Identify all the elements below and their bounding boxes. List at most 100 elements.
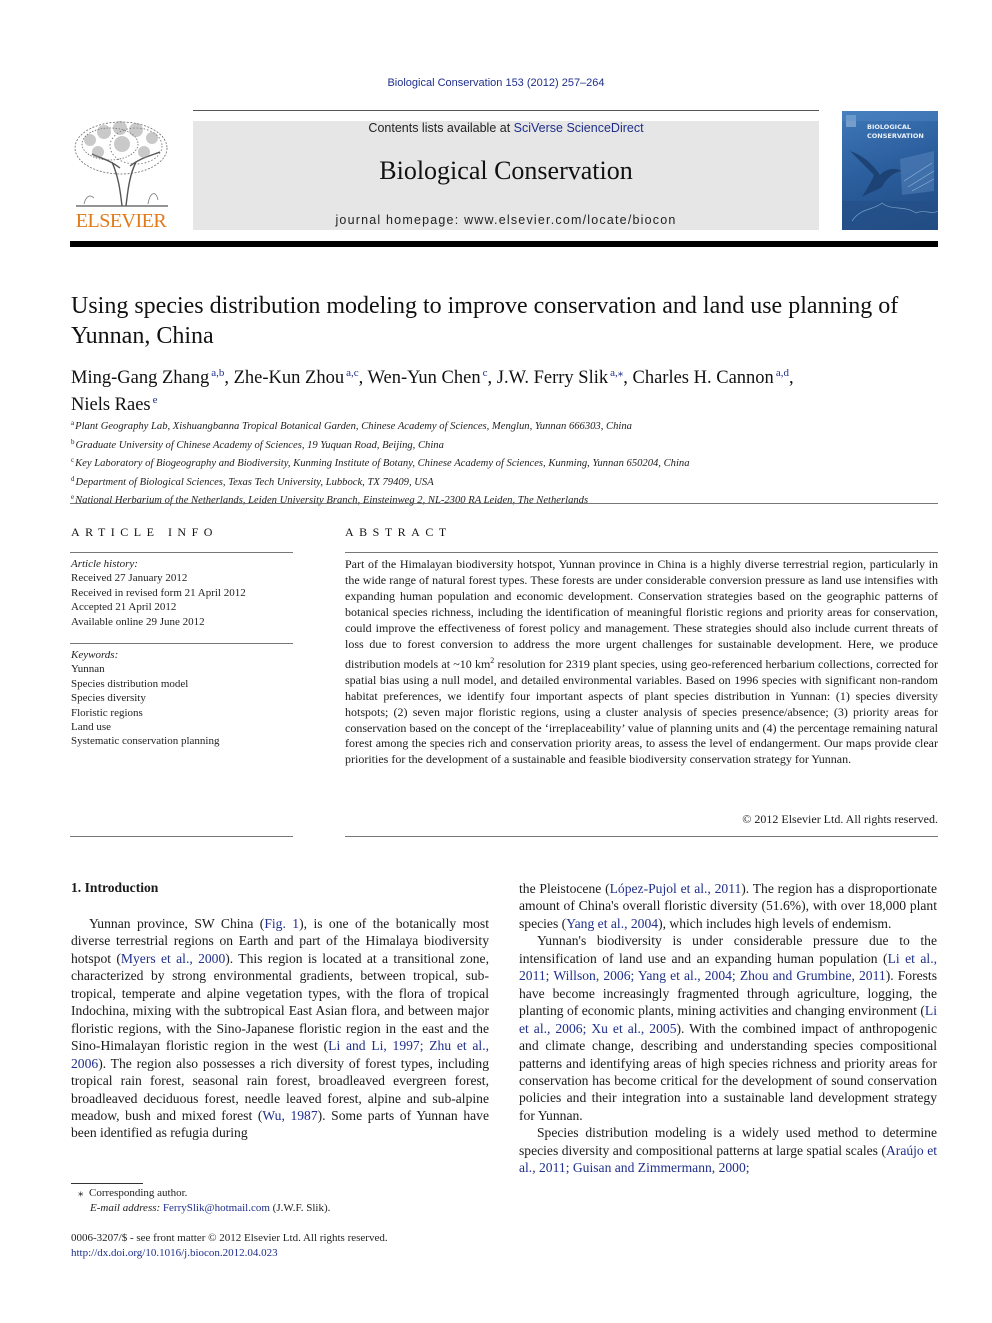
contents-prefix: Contents lists available at <box>368 121 514 135</box>
affiliation-marker[interactable]: e <box>153 394 158 406</box>
history-item: Received 27 January 2012 <box>71 572 188 585</box>
abstract-heading: ABSTRACT <box>345 525 452 539</box>
author-separator: , <box>224 368 234 388</box>
affiliation: dDepartment of Biological Sciences, Texa… <box>71 472 931 491</box>
citation-link[interactable]: Yang et al., 2004 <box>566 916 658 931</box>
keyword: Yunnan <box>71 663 105 676</box>
journal-homepage: journal homepage: www.elsevier.com/locat… <box>193 213 819 227</box>
body-text: Yunnan province, SW China ( <box>89 916 265 931</box>
email-label: E-mail address: <box>90 1201 161 1214</box>
doi-link[interactable]: http://dx.doi.org/10.1016/j.biocon.2012.… <box>71 1246 388 1261</box>
abstract-bottom-rule <box>345 836 938 837</box>
abstract-body: Part of the Himalayan biodiversity hotsp… <box>345 557 938 768</box>
elsevier-wordmark: ELSEVIER <box>75 210 167 232</box>
author-separator: , <box>487 368 497 388</box>
keyword: Land use <box>71 721 112 734</box>
footnote-line: ⁎ Corresponding author. <box>78 1186 330 1201</box>
affiliation-key: a <box>71 419 75 427</box>
affiliation-text: National Herbarium of the Netherlands, L… <box>75 495 589 506</box>
affiliation: cKey Laboratory of Biogeography and Biod… <box>71 453 931 472</box>
article-info-heading: ARTICLE INFO <box>71 525 218 539</box>
issn-line: 0006-3207/$ - see front matter © 2012 El… <box>71 1232 388 1244</box>
paragraph-continued: the Pleistocene (López-Pujol et al., 201… <box>519 880 937 932</box>
affiliation-marker[interactable]: a,b <box>211 367 224 379</box>
history-item: Available online 29 June 2012 <box>71 615 205 628</box>
affiliation-marker[interactable]: a,⁎ <box>610 367 623 379</box>
article-title: Using species distribution modeling to i… <box>71 293 899 349</box>
affiliation-key: b <box>71 437 75 446</box>
journal-name: Biological Conservation <box>379 156 633 185</box>
author-separator: , <box>788 368 794 388</box>
affiliation-marker[interactable]: a,d <box>776 367 789 379</box>
author: Charles H. Cannon a,d, <box>632 367 794 388</box>
tree-icon <box>74 121 168 207</box>
affiliation: eNational Herbarium of the Netherlands, … <box>71 490 931 509</box>
author: Wen-Yun Chen c, <box>367 367 497 388</box>
cover-title: BIOLOGICAL CONSERVATION <box>867 123 924 141</box>
paragraph: Species distribution modeling is a widel… <box>519 1124 937 1176</box>
cover-title-line1: BIOLOGICAL <box>867 123 912 131</box>
asterisk-icon: ⁎ <box>78 1187 84 1199</box>
citation-link[interactable]: Fig. 1 <box>264 916 299 931</box>
keyword: Systematic conservation planning <box>71 735 220 748</box>
citation-link[interactable]: Myers et al., 2000 <box>121 951 225 966</box>
abstract-divider <box>345 552 938 553</box>
history-label: Article history: <box>71 558 138 570</box>
footnote-corresponding: Corresponding author. <box>89 1187 188 1199</box>
keywords-label: Keywords: <box>71 649 119 661</box>
affiliation-key: d <box>71 474 75 483</box>
author: Niels Raes e <box>71 394 158 415</box>
affiliation: aPlant Geography Lab, Xishuangbanna Trop… <box>71 416 931 435</box>
body-text: Yunnan's biodiversity is under considera… <box>519 933 937 966</box>
author-name: Charles H. Cannon <box>632 368 774 388</box>
article-info-bottom-rule <box>70 836 293 837</box>
homepage-prefix: journal homepage: <box>335 213 465 227</box>
history-item: Accepted 21 April 2012 <box>71 601 177 614</box>
body-text: ), which includes high levels of endemis… <box>658 915 892 931</box>
affiliation-text: Key Laboratory of Biogeography and Biodi… <box>75 458 690 469</box>
affiliation-marker[interactable]: a,c <box>346 367 359 379</box>
affiliation-text: Department of Biological Sciences, Texas… <box>75 476 434 488</box>
corresponding-author-footnote: ⁎ Corresponding author. E-mail address: … <box>78 1186 330 1215</box>
keyword: Species distribution model <box>71 677 189 690</box>
keywords-divider <box>70 643 293 644</box>
author-separator: , <box>358 368 368 388</box>
author: Ming-Gang Zhang a,b, <box>71 367 234 388</box>
author-list: Ming-Gang Zhang a,b, Zhe-Kun Zhou a,c, Wen… <box>71 362 931 416</box>
citation-link[interactable]: Wu, 1987 <box>262 1108 317 1123</box>
author-name: Ming-Gang Zhang <box>71 368 210 388</box>
issn-doi-block: 0006-3207/$ - see front matter © 2012 El… <box>71 1231 388 1260</box>
contents-availability: Contents lists available at SciVerse Sci… <box>193 121 819 135</box>
keywords-list: Keywords: Yunnan Species distribution mo… <box>71 648 219 749</box>
footnote-email-line: E-mail address: FerrySlik@hotmail.com (J… <box>78 1201 330 1216</box>
sciencedirect-link[interactable]: SciVerse ScienceDirect <box>514 121 644 135</box>
citation-link[interactable]: López-Pujol et al., 2011 <box>610 881 742 896</box>
affiliation: bGraduate University of Chinese Academy … <box>71 435 931 454</box>
affiliation-divider <box>70 503 938 504</box>
header-top-rule <box>193 110 819 111</box>
paragraph: Yunnan's biodiversity is under considera… <box>519 932 937 1124</box>
email-link[interactable]: FerrySlik@hotmail.com <box>163 1202 270 1214</box>
author-name: Zhe-Kun Zhou <box>233 368 345 388</box>
email-suffix: (J.W.F. Slik). <box>269 1201 331 1214</box>
history-item: Received in revised form 21 April 2012 <box>71 586 246 599</box>
author: J.W. Ferry Slik a,⁎, <box>496 367 633 388</box>
article-info-divider <box>70 552 293 553</box>
article-history: Article history: Received 27 January 201… <box>71 557 246 629</box>
author-name: Niels Raes <box>71 395 151 415</box>
keyword: Species diversity <box>71 692 146 705</box>
author-separator: , <box>623 368 633 388</box>
cover-title-line2: CONSERVATION <box>867 132 924 140</box>
section-heading-introduction: 1. Introduction <box>71 880 159 895</box>
body-column-right: the Pleistocene (López-Pujol et al., 201… <box>519 880 937 1177</box>
author-name: J.W. Ferry Slik <box>496 368 609 388</box>
abstract-text-part1: Part of the Himalayan biodiversity hotsp… <box>345 557 938 671</box>
author-name: Wen-Yun Chen <box>367 368 481 388</box>
author: Zhe-Kun Zhou a,c, <box>233 367 368 388</box>
body-text: Species distribution modeling is a widel… <box>519 1125 937 1158</box>
body-column-left: Yunnan province, SW China (Fig. 1), is o… <box>71 915 489 1142</box>
journal-citation-link[interactable]: Biological Conservation 153 (2012) 257–2… <box>0 77 992 89</box>
body-text: the Pleistocene ( <box>519 881 610 896</box>
paragraph: Yunnan province, SW China (Fig. 1), is o… <box>71 915 489 1142</box>
homepage-url-link[interactable]: www.elsevier.com/locate/biocon <box>464 213 676 227</box>
